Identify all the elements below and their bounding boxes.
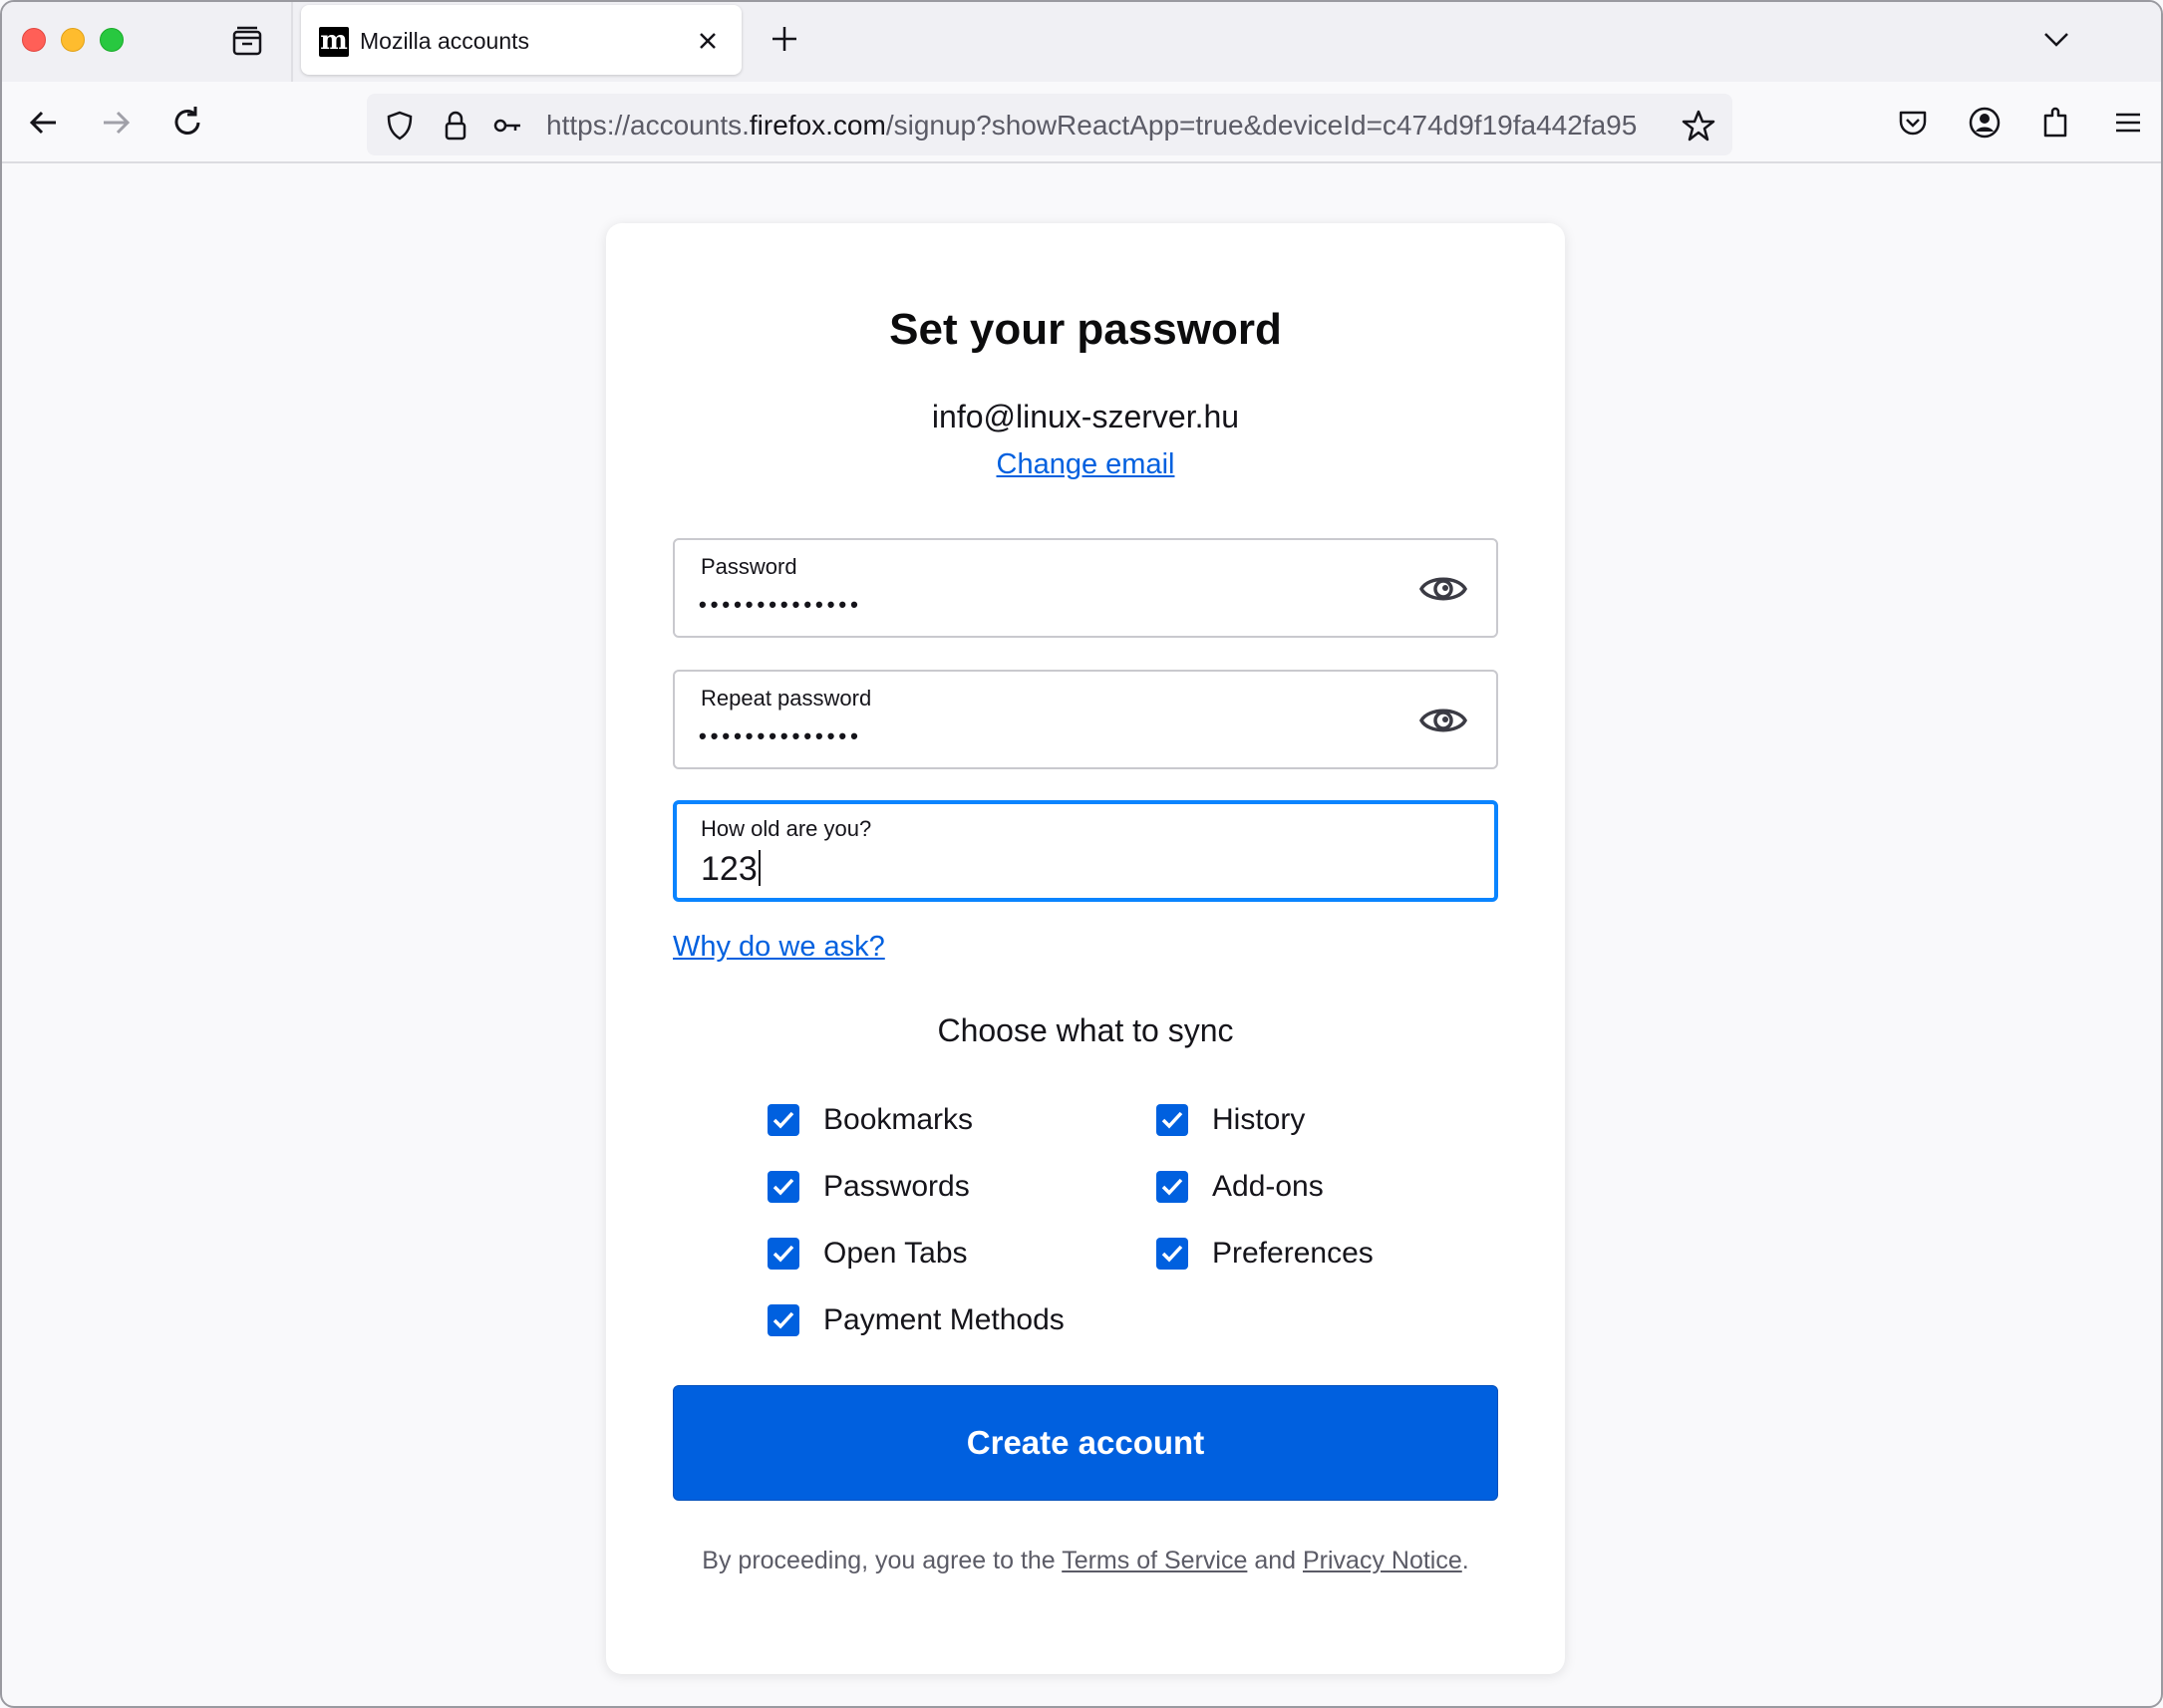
browser-window: m Mozilla accounts https://accounts.fire… xyxy=(0,0,2163,1708)
repeat-password-label: Repeat password xyxy=(701,686,872,711)
create-account-button[interactable]: Create account xyxy=(673,1385,1498,1501)
sync-heading: Choose what to sync xyxy=(937,1012,1234,1048)
zoom-window-button[interactable] xyxy=(100,28,124,52)
sync-addons-checkbox[interactable]: Add-ons xyxy=(1156,1167,1324,1207)
star-icon[interactable] xyxy=(1681,108,1716,143)
privacy-notice-link[interactable]: Privacy Notice xyxy=(1303,1547,1462,1574)
sync-preferences-checkbox[interactable]: Preferences xyxy=(1156,1234,1374,1274)
mozilla-favicon-icon: m xyxy=(319,26,349,57)
age-label: How old are you? xyxy=(701,816,872,841)
firefox-view-icon[interactable] xyxy=(227,22,267,62)
account-icon[interactable] xyxy=(1966,104,2004,142)
age-field[interactable]: How old are you? 123 xyxy=(673,800,1498,902)
checkbox-checked-icon[interactable] xyxy=(768,1238,799,1270)
hamburger-menu-icon[interactable] xyxy=(2109,104,2147,142)
extensions-icon[interactable] xyxy=(2037,104,2075,142)
sync-open-tabs-checkbox[interactable]: Open Tabs xyxy=(768,1234,968,1274)
url-fade xyxy=(1643,104,1683,147)
close-window-button[interactable] xyxy=(22,28,46,52)
repeat-password-field[interactable]: Repeat password •••••••••••••• xyxy=(673,670,1498,769)
url-bar[interactable]: https://accounts.firefox.com/signup?show… xyxy=(367,94,1732,155)
tab-strip-separator xyxy=(291,2,293,82)
back-arrow-icon[interactable] xyxy=(22,101,66,144)
age-value: 123 xyxy=(701,850,761,889)
reload-icon[interactable] xyxy=(165,101,209,144)
show-repeat-password-eye-icon[interactable] xyxy=(1418,698,1468,743)
tab-mozilla-accounts[interactable]: m Mozilla accounts xyxy=(301,5,742,75)
sync-payment-methods-checkbox[interactable]: Payment Methods xyxy=(768,1300,1065,1340)
change-email-link[interactable]: Change email xyxy=(606,448,1565,481)
tab-strip: m Mozilla accounts xyxy=(2,2,2161,82)
forward-arrow-icon[interactable] xyxy=(94,101,138,144)
account-email: info@linux-szerver.hu xyxy=(931,399,1240,434)
shield-icon[interactable] xyxy=(383,109,417,142)
show-password-eye-icon[interactable] xyxy=(1418,566,1468,612)
why-do-we-ask-link[interactable]: Why do we ask? xyxy=(673,931,885,964)
terms-of-service-link[interactable]: Terms of Service xyxy=(1062,1547,1247,1574)
password-value: •••••••••••••• xyxy=(699,592,862,617)
terms-notice: By proceeding, you agree to the Terms of… xyxy=(702,1547,1469,1574)
tab-title: Mozilla accounts xyxy=(360,28,530,54)
checkbox-checked-icon[interactable] xyxy=(768,1171,799,1203)
checkbox-checked-icon[interactable] xyxy=(1156,1171,1188,1203)
password-field[interactable]: Password •••••••••••••• xyxy=(673,538,1498,638)
sync-bookmarks-checkbox[interactable]: Bookmarks xyxy=(768,1100,973,1140)
checkbox-checked-icon[interactable] xyxy=(768,1304,799,1336)
password-label: Password xyxy=(701,554,797,579)
checkbox-checked-icon[interactable] xyxy=(1156,1104,1188,1136)
sync-passwords-checkbox[interactable]: Passwords xyxy=(768,1167,970,1207)
pocket-icon[interactable] xyxy=(1894,104,1932,142)
url-text[interactable]: https://accounts.firefox.com/signup?show… xyxy=(546,109,1673,142)
navigation-toolbar: https://accounts.firefox.com/signup?show… xyxy=(2,82,2161,163)
key-icon[interactable] xyxy=(490,109,524,142)
minimize-window-button[interactable] xyxy=(61,28,85,52)
checkbox-checked-icon[interactable] xyxy=(1156,1238,1188,1270)
signup-card: Set your password info@linux-szerver.hu … xyxy=(606,223,1565,1674)
new-tab-icon[interactable] xyxy=(768,22,801,56)
page-title: Set your password xyxy=(889,305,1282,354)
sync-history-checkbox[interactable]: History xyxy=(1156,1100,1305,1140)
checkbox-checked-icon[interactable] xyxy=(768,1104,799,1136)
lock-icon[interactable] xyxy=(439,109,472,142)
close-tab-icon[interactable] xyxy=(692,25,724,57)
list-all-tabs-icon[interactable] xyxy=(2039,22,2073,56)
repeat-password-value: •••••••••••••• xyxy=(699,723,862,748)
